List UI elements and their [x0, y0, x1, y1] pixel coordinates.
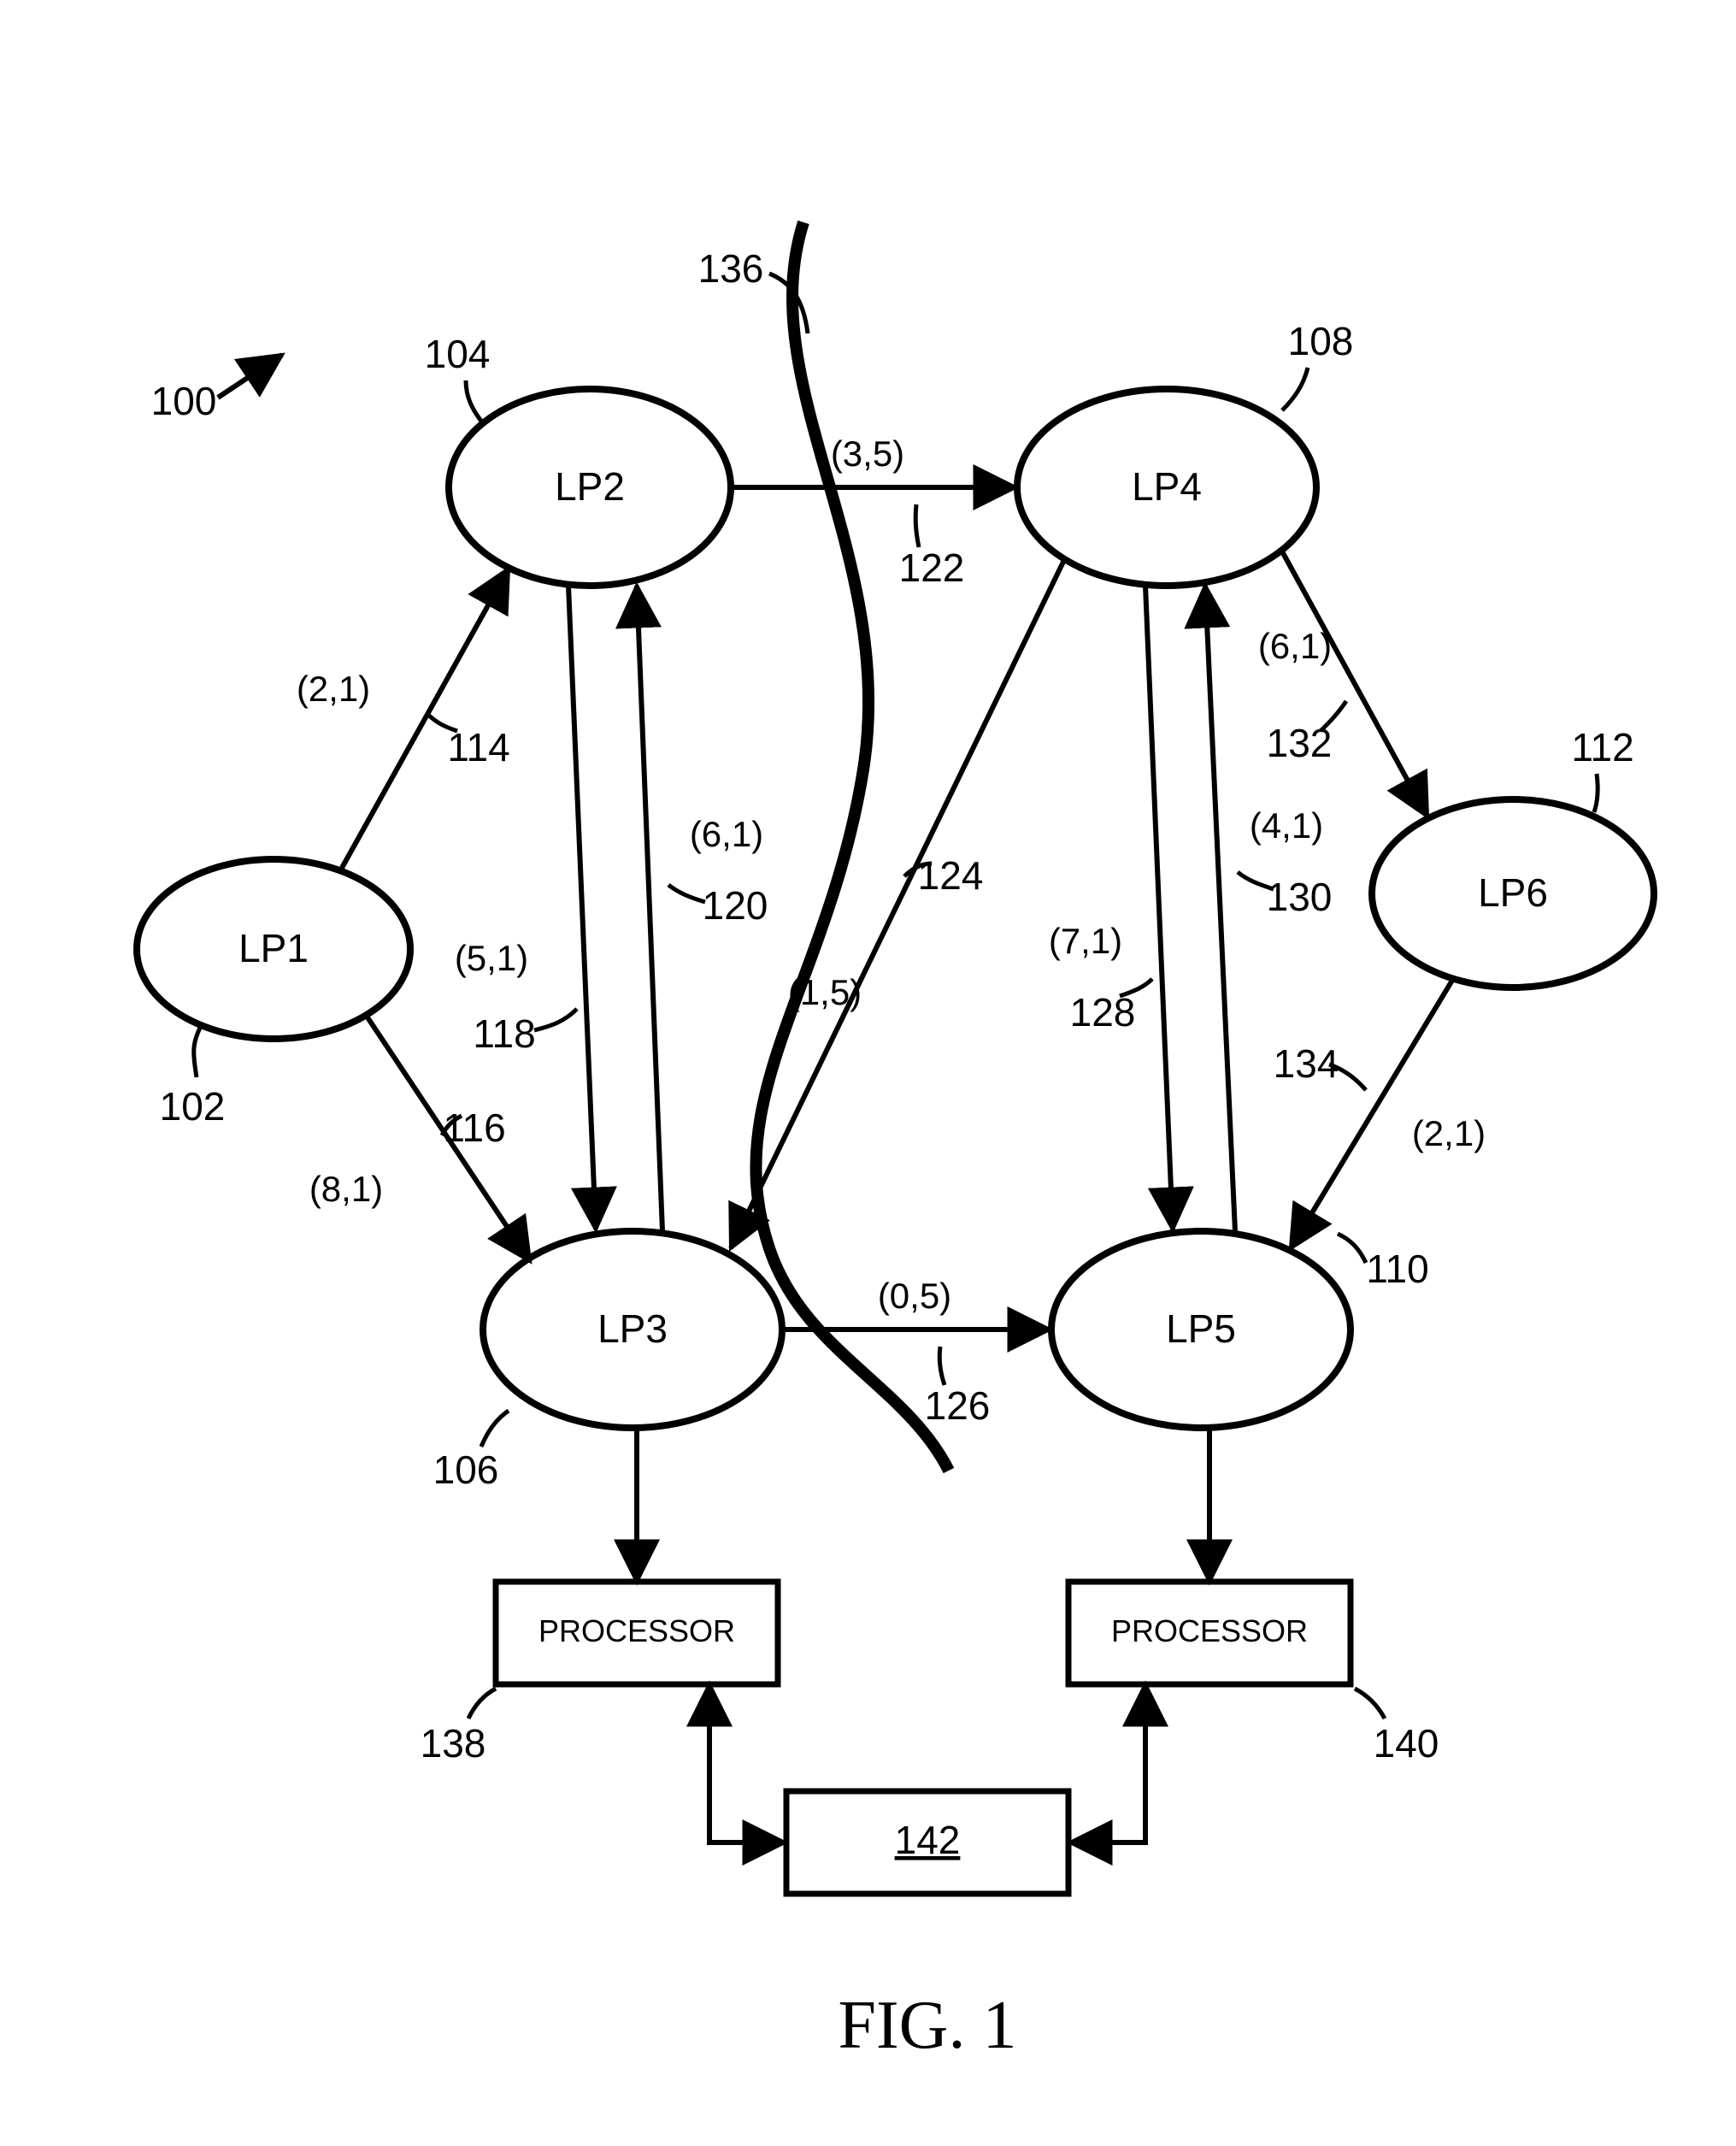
node-lp4: LP4 108: [1017, 319, 1353, 586]
edge-128-ref: 128: [1070, 990, 1136, 1035]
edge-116-label: (8,1): [309, 1169, 383, 1209]
edge-130-label: (4,1): [1250, 805, 1323, 846]
edge-124-label: (1,5): [788, 972, 862, 1012]
edge-lp6-lp5: (2,1) 134: [1274, 979, 1486, 1248]
figure-title: FIG. 1: [839, 1988, 1017, 2063]
edge-lp4-lp6: (6,1) 132: [1258, 551, 1427, 817]
node-lp3-label: LP3: [597, 1306, 668, 1351]
edge-124-ref: 124: [918, 853, 984, 898]
edge-132-label: (6,1): [1258, 626, 1332, 666]
edge-118-label: (5,1): [455, 938, 528, 978]
edge-lp3-lp2: (6,1) 120: [637, 586, 768, 1231]
edge-122-label: (3,5): [831, 433, 904, 474]
node-lp1: LP1 102: [137, 859, 410, 1129]
processor-140-label: PROCESSOR: [1111, 1613, 1308, 1648]
processor-140-ref: 140: [1374, 1721, 1439, 1766]
node-lp6-label: LP6: [1478, 870, 1548, 915]
edge-lp2-lp4: (3,5) 122: [731, 433, 1015, 590]
edge-130-ref: 130: [1267, 875, 1333, 919]
processor-138-label: PROCESSOR: [538, 1613, 735, 1648]
edge-120-label: (6,1): [690, 814, 763, 854]
edge-120-ref: 120: [703, 883, 768, 928]
node-lp5: LP5 110: [1051, 1231, 1429, 1428]
edge-126-label: (0,5): [878, 1276, 951, 1316]
node-lp4-label: LP4: [1132, 464, 1202, 509]
edge-134-label: (2,1): [1412, 1113, 1486, 1153]
node-lp6: LP6 112: [1372, 725, 1654, 988]
node-lp5-label: LP5: [1166, 1306, 1236, 1351]
node-lp2-label: LP2: [555, 464, 625, 509]
node-lp3: LP3 106: [433, 1231, 782, 1492]
edge-128-label: (7,1): [1049, 921, 1122, 961]
box-142-ref: 142: [895, 1818, 961, 1862]
system-ref-label: 100: [151, 379, 217, 423]
node-lp2: LP2 104: [425, 332, 731, 586]
edge-lp1-lp2: (2,1) 114: [297, 569, 510, 868]
processor-140: PROCESSOR 140: [1068, 1428, 1439, 1766]
edge-118-ref: 118: [473, 1011, 535, 1056]
node-lp2-ref: 104: [425, 332, 491, 376]
node-lp4-ref: 108: [1288, 319, 1354, 363]
edge-lp3-lp5: (0,5) 126: [782, 1276, 1050, 1428]
edge-lp4-lp3: (1,5) 124: [731, 560, 1064, 1248]
edge-126-ref: 126: [925, 1383, 991, 1428]
system-ref: 100: [151, 355, 282, 423]
node-lp1-ref: 102: [160, 1084, 226, 1129]
edge-116-ref: 116: [443, 1105, 505, 1150]
edge-lp4-lp5: (7,1) 128: [1049, 586, 1173, 1229]
diagram-canvas: 100 136 LP1 102 LP2 104 LP3 106 LP4 108: [0, 0, 1736, 2146]
edge-122-ref: 122: [899, 545, 965, 590]
node-lp5-ref: 110: [1366, 1247, 1428, 1291]
processor-138-ref: 138: [421, 1721, 486, 1766]
edge-lp5-lp4: (4,1) 130: [1205, 586, 1332, 1231]
box-142: 142: [709, 1684, 1145, 1894]
node-lp1-label: LP1: [238, 926, 309, 970]
node-lp3-ref: 106: [433, 1447, 499, 1492]
node-lp6-ref: 112: [1571, 725, 1633, 769]
edge-134-ref: 134: [1274, 1041, 1339, 1086]
boundary-ref: 136: [698, 246, 764, 291]
edge-114-label: (2,1): [297, 669, 370, 709]
